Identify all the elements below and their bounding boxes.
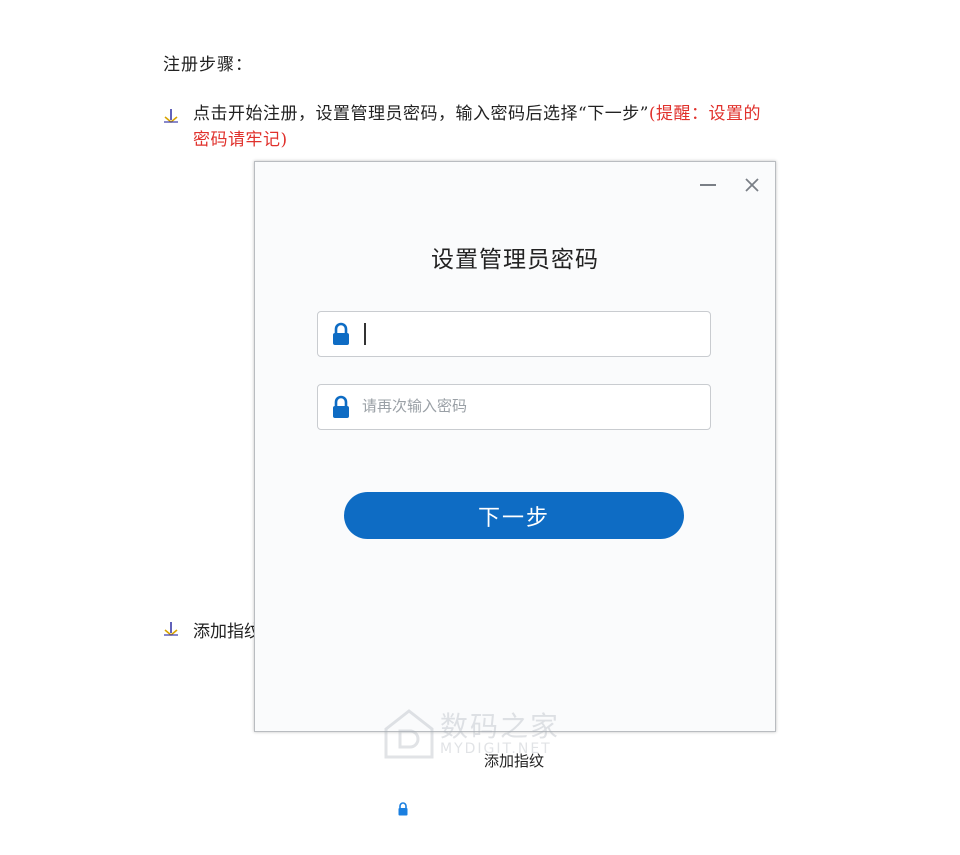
site-logo-icon — [384, 709, 434, 759]
lock-icon — [333, 395, 349, 418]
watermark: 数码之家 MYDIGIT.NET — [382, 703, 582, 763]
lock-icon — [398, 802, 408, 816]
admin-password-dialog: 设置管理员密码 下一步 — [254, 161, 776, 732]
lock-icon — [333, 322, 349, 345]
step2-text: 添加指纹 — [193, 622, 255, 642]
bullet-arrow-icon — [164, 109, 178, 124]
step1-paragraph: 点击开始注册，设置管理员密码，输入密码后选择“下一步”(提醒：设置的 密码请牢记… — [193, 101, 853, 153]
step1-note-continued: 密码请牢记) — [193, 130, 288, 150]
minimize-icon[interactable] — [697, 174, 719, 196]
password-field[interactable] — [317, 311, 711, 357]
password-input[interactable] — [362, 312, 692, 354]
text-caret — [364, 323, 366, 345]
next-step-button[interactable]: 下一步 — [344, 492, 684, 539]
step1-note: (提醒：设置的 — [648, 104, 762, 124]
bullet-arrow-icon — [164, 622, 178, 637]
confirm-password-input[interactable] — [362, 385, 692, 427]
doc-heading: 注册步骤： — [163, 55, 253, 75]
dialog-title: 设置管理员密码 — [431, 247, 599, 273]
watermark-name-cn: 数码之家 — [440, 710, 561, 743]
close-icon[interactable] — [741, 174, 763, 196]
step1-text: 点击开始注册，设置管理员密码，输入密码后选择“下一步” — [193, 104, 649, 124]
confirm-password-field[interactable] — [317, 384, 711, 430]
figure-caption: 添加指纹 — [484, 752, 545, 770]
